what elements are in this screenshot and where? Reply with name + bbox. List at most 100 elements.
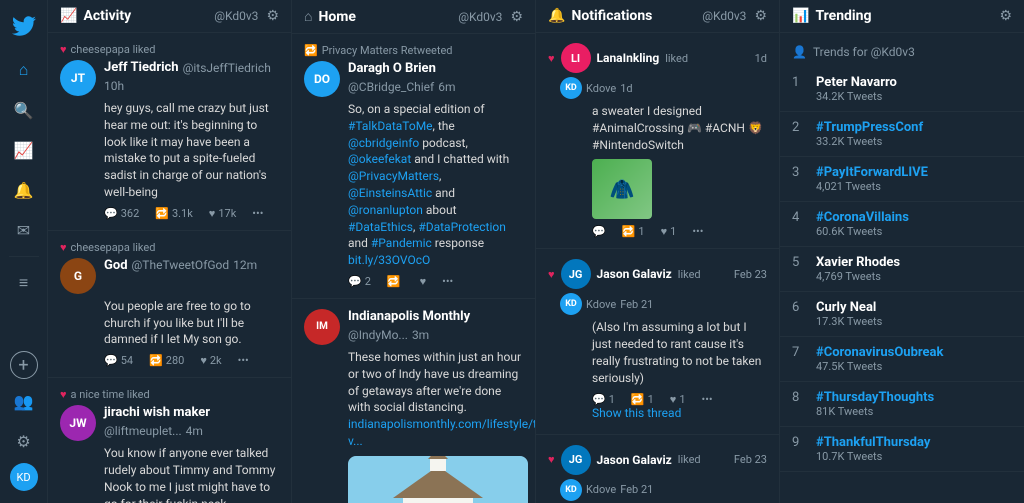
more-action-1[interactable]: ••• xyxy=(252,207,263,220)
trending-name-9: #ThankfulThursday xyxy=(816,435,1012,450)
tweet-avatar-1: JT xyxy=(60,60,96,96)
mention-link-3[interactable]: @PrivacyMatters xyxy=(348,169,439,183)
notif-retweet-2[interactable]: 🔁 1 xyxy=(631,393,654,406)
sidebar-item-search[interactable]: 🔍 xyxy=(6,92,42,128)
app-logo[interactable] xyxy=(6,8,42,44)
notif-actions-1: 💬 🔁 1 ♥ 1 ••• xyxy=(592,225,767,238)
like-action-1[interactable]: ♥ 17k xyxy=(209,207,236,220)
trending-info-7: #CoronavirusOubreak 47.5K Tweets xyxy=(816,345,1012,373)
mention-link-2[interactable]: @okeefekat xyxy=(348,152,411,166)
trending-count-9: 10.7K Tweets xyxy=(816,450,1012,463)
trending-item-5[interactable]: 5 Xavier Rhodes 4,769 Tweets xyxy=(780,247,1024,292)
hashtag-link-1[interactable]: #TalkDataToMe xyxy=(348,119,433,133)
sidebar-item-notifications[interactable]: 🔔 xyxy=(6,172,42,208)
mention-link-1[interactable]: @cbridgeinfo xyxy=(348,136,419,150)
tweet-author-row-3: jirachi wish maker @liftmeuplet... 4m xyxy=(104,405,279,438)
home-like-1[interactable]: ♥ xyxy=(420,275,427,288)
mention-link-4[interactable]: @EinsteinsAttic xyxy=(348,186,432,200)
trending-rank-2: 2 xyxy=(792,120,806,148)
sidebar-item-people[interactable]: 👥 xyxy=(6,383,42,419)
trending-item-4[interactable]: 4 #CoronaVillains 60.6K Tweets xyxy=(780,202,1024,247)
home-tweet-2[interactable]: IM Indianapolis Monthly @IndyMo... 3m Th… xyxy=(292,299,535,503)
home-retweet-1[interactable]: 🔁 xyxy=(387,275,404,288)
notif-liked-text-1: liked xyxy=(665,52,688,65)
activity-tweet-2[interactable]: ♥ cheesepapa liked G God @TheTweetOfGod … xyxy=(48,231,291,378)
notif-item-1[interactable]: ♥ LI LanaInkling liked 1d KD Kdove 1d a … xyxy=(536,33,779,249)
notifications-column-title: Notifications xyxy=(571,8,702,24)
sidebar-item-activity[interactable]: 📈 xyxy=(6,132,42,168)
trending-item-6[interactable]: 6 Curly Neal 17.3K Tweets xyxy=(780,292,1024,337)
notifications-column-settings-icon[interactable]: ⚙ xyxy=(754,8,767,24)
sidebar-add-column[interactable]: + xyxy=(10,351,38,379)
notif-more-2[interactable]: ••• xyxy=(702,393,713,406)
reply-action-1[interactable]: 💬 362 xyxy=(104,207,139,220)
trending-item-8[interactable]: 8 #ThursdayThoughts 81K Tweets xyxy=(780,382,1024,427)
trending-info-3: #PayItForwardLIVE 4,021 Tweets xyxy=(816,165,1012,193)
home-tweet-avatar-1: DO xyxy=(304,61,340,97)
notif-kdove-avatar-1: KD xyxy=(560,77,582,99)
trending-item-2[interactable]: 2 #TrumpPressConf 33.2K Tweets xyxy=(780,112,1024,157)
notif-reply-2[interactable]: 💬 1 xyxy=(592,393,615,406)
home-column-settings-icon[interactable]: ⚙ xyxy=(510,9,523,25)
sidebar-item-settings[interactable]: ⚙ xyxy=(6,423,42,459)
notif-content-2: (Also I'm assuming a lot but I just need… xyxy=(592,319,767,386)
trending-info-4: #CoronaVillains 60.6K Tweets xyxy=(816,210,1012,238)
home-more-1[interactable]: ••• xyxy=(442,275,453,288)
url-link-2[interactable]: indianapolismonthly.com/lifestyle/tra v.… xyxy=(348,417,535,448)
home-tweet-1[interactable]: 🔁 Privacy Matters Retweeted DO Daragh O … xyxy=(292,34,535,299)
more-action-2[interactable]: ••• xyxy=(238,354,249,367)
trending-rank-9: 9 xyxy=(792,435,806,463)
notif-secondary-time-3: Feb 21 xyxy=(620,483,653,496)
activity-tweet-1[interactable]: ♥ cheesepapa liked JT Jeff Tiedrich @its… xyxy=(48,33,291,231)
tweet-author-info-1: Jeff Tiedrich @itsJeffTiedrich 10h xyxy=(104,60,279,93)
activity-tweet-3[interactable]: ♥ a nice time liked JW jirachi wish make… xyxy=(48,378,291,503)
sidebar-item-messages[interactable]: ✉ xyxy=(6,212,42,248)
home-reply-1[interactable]: 💬 2 xyxy=(348,275,371,288)
notif-more-1[interactable]: ••• xyxy=(692,225,703,238)
notif-secondary-name-2: Kdove xyxy=(586,298,616,311)
hashtag-link-2[interactable]: #DataEthics xyxy=(348,220,413,234)
trending-item-7[interactable]: 7 #CoronavirusOubreak 47.5K Tweets xyxy=(780,337,1024,382)
notif-reply-1[interactable]: 💬 xyxy=(592,225,606,238)
trending-item-3[interactable]: 3 #PayItForwardLIVE 4,021 Tweets xyxy=(780,157,1024,202)
show-thread-link[interactable]: Show this thread xyxy=(592,406,767,420)
tweet-header-3: JW jirachi wish maker @liftmeuplet... 4m xyxy=(60,405,279,441)
trending-name-2: #TrumpPressConf xyxy=(816,120,1012,135)
notif-secondary-row-1: KD Kdove 1d xyxy=(548,77,767,99)
home-column-handle: @Kd0v3 xyxy=(458,10,502,24)
home-tweet-author-info-1: Daragh O Brien @CBridge_Chief 6m xyxy=(348,61,523,94)
tweet-actions-2: 💬 54 🔁 280 ♥ 2k ••• xyxy=(104,354,279,367)
trending-info-9: #ThankfulThursday 10.7K Tweets xyxy=(816,435,1012,463)
hashtag-link-4[interactable]: #Pandemic xyxy=(371,236,432,250)
reply-action-2[interactable]: 💬 54 xyxy=(104,354,133,367)
trending-items-list: 1 Peter Navarro 34.2K Tweets 2 #TrumpPre… xyxy=(780,67,1024,472)
sidebar-item-home[interactable]: ⌂ xyxy=(6,52,42,88)
retweet-action-2[interactable]: 🔁 280 xyxy=(149,354,184,367)
retweet-action-1[interactable]: 🔁 3.1k xyxy=(155,207,193,220)
notif-retweet-1[interactable]: 🔁 1 xyxy=(622,225,645,238)
trending-rank-4: 4 xyxy=(792,210,806,238)
hashtag-link-3[interactable]: #DataProtection xyxy=(418,220,506,234)
trending-info-2: #TrumpPressConf 33.2K Tweets xyxy=(816,120,1012,148)
trending-column: 📊 Trending ⚙ 👤 Trends for @Kd0v3 1 Peter… xyxy=(780,0,1024,503)
mention-link-5[interactable]: @ronanlupton xyxy=(348,203,423,217)
activity-header-icon: 📈 xyxy=(60,8,77,24)
trending-item-1[interactable]: 1 Peter Navarro 34.2K Tweets xyxy=(780,67,1024,112)
sidebar-item-lists[interactable]: ≡ xyxy=(6,265,42,301)
person-icon: 👤 xyxy=(792,45,807,59)
home-tweet-image-2 xyxy=(348,456,528,503)
notif-item-2[interactable]: ♥ JG Jason Galaviz liked Feb 23 KD Kdove… xyxy=(536,249,779,434)
trending-header-icon: 📊 xyxy=(792,8,809,24)
url-link-1[interactable]: bit.ly/33OVOcO xyxy=(348,253,430,267)
trending-item-9[interactable]: 9 #ThankfulThursday 10.7K Tweets xyxy=(780,427,1024,472)
trending-rank-6: 6 xyxy=(792,300,806,328)
activity-column: 📈 Activity @Kd0v3 ⚙ ♥ cheesepapa liked J… xyxy=(48,0,292,503)
sidebar-profile-avatar[interactable]: KD xyxy=(10,463,38,491)
trending-count-5: 4,769 Tweets xyxy=(816,270,1012,283)
notif-item-3[interactable]: ♥ JG Jason Galaviz liked Feb 23 KD Kdove… xyxy=(536,435,779,503)
notif-like-1[interactable]: ♥ 1 xyxy=(661,225,677,238)
trending-column-settings-icon[interactable]: ⚙ xyxy=(999,8,1012,24)
like-action-2[interactable]: ♥ 2k xyxy=(200,354,221,367)
activity-column-settings-icon[interactable]: ⚙ xyxy=(266,8,279,24)
notif-like-2[interactable]: ♥ 1 xyxy=(670,393,686,406)
